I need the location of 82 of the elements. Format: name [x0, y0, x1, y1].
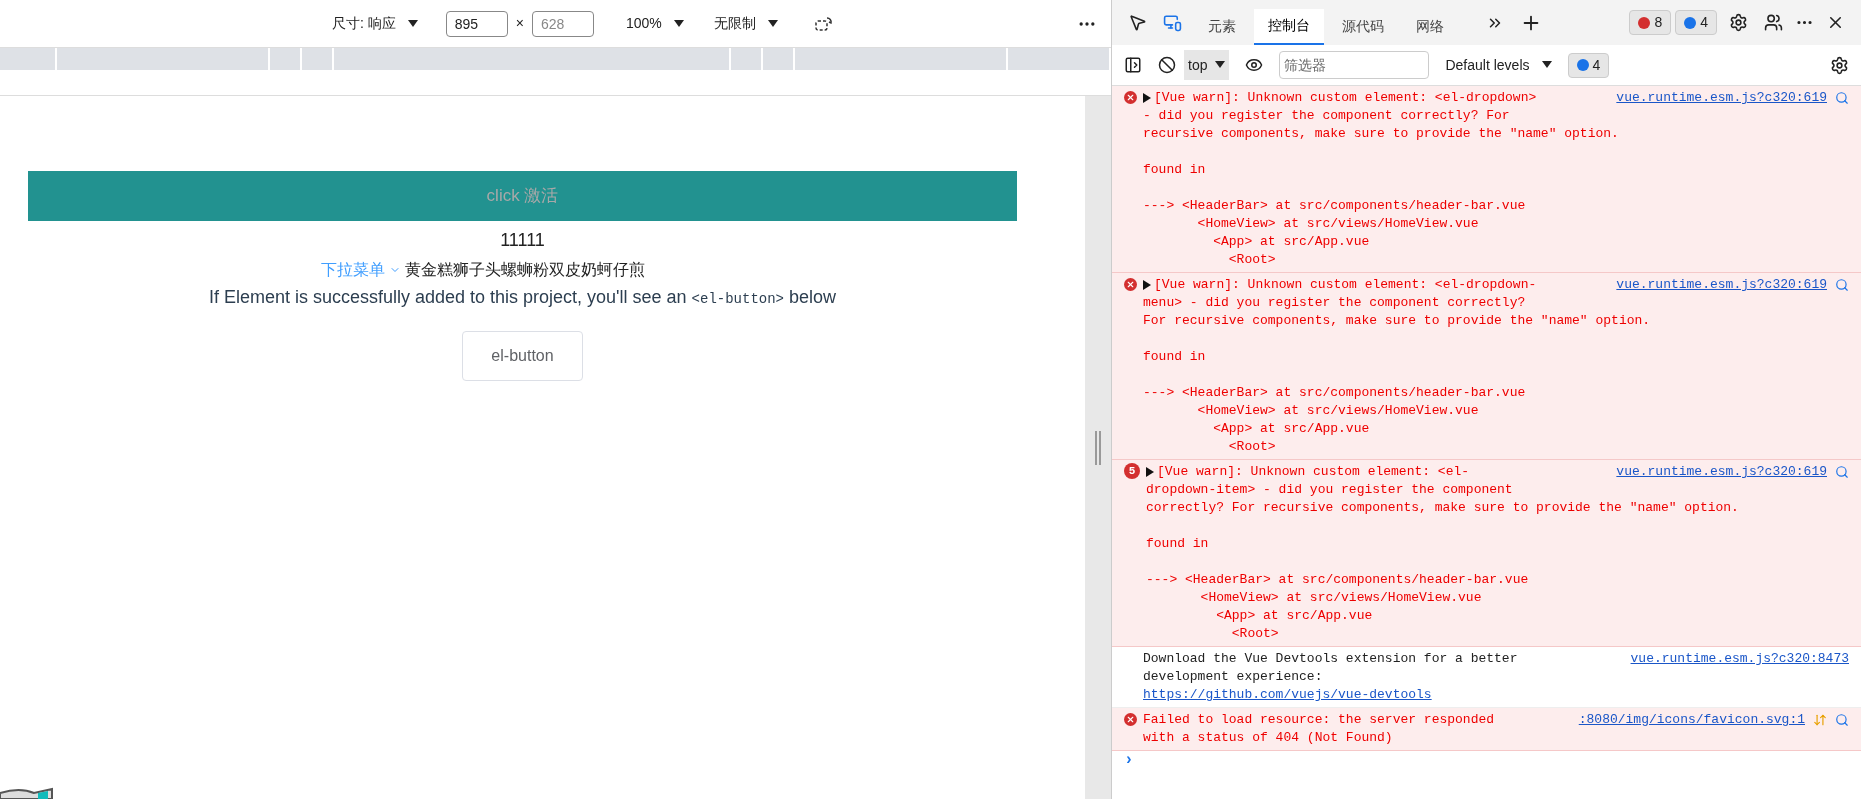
devtools-tab[interactable]: 网络: [1402, 8, 1458, 45]
resize-handle[interactable]: [1095, 430, 1101, 465]
error-icon: [1124, 91, 1137, 104]
el-button[interactable]: el-button: [462, 331, 583, 381]
dropdown-triangle-icon: [1541, 61, 1552, 69]
sidebar-toggle-icon[interactable]: [1124, 56, 1142, 74]
zoom-dropdown[interactable]: 100%: [625, 13, 684, 34]
console-message-text: <HomeView> at src/views/HomeView.vue: [1196, 215, 1480, 233]
filter-input[interactable]: 筛选器: [1279, 51, 1430, 79]
console-message-text: For recursive components, make sure to provide the "name" option.: [1143, 312, 1651, 330]
console-message-text: development experience:: [1143, 668, 1323, 686]
info-counter[interactable]: 4: [1675, 10, 1717, 35]
devtools-link[interactable]: https://github.com/vuejs/vue-devtools: [1143, 686, 1432, 704]
console-message-text: [Vue warn]: Unknown custom element: <el-: [1157, 463, 1470, 481]
message-counter[interactable]: 4: [1567, 52, 1610, 78]
console-prompt[interactable]: ›: [1112, 751, 1861, 769]
console-settings-icon[interactable]: [1830, 55, 1849, 75]
expand-triangle-icon[interactable]: [1146, 467, 1154, 477]
error-count-badge: 5: [1124, 463, 1140, 479]
width-input[interactable]: 895: [445, 10, 508, 37]
console-message-text: found in: [1146, 535, 1210, 553]
counter-text: 11111: [500, 229, 545, 252]
dropdown-triangle-icon: [673, 19, 684, 28]
search-icon[interactable]: [1835, 91, 1849, 105]
dropdown-triangle-icon: [407, 19, 418, 28]
console-message-text: ---> <HeaderBar> at src/components/header-bar.vue: [1143, 384, 1527, 402]
console-message-text: <HomeView> at src/views/HomeView.vue: [1196, 402, 1480, 420]
source-link[interactable]: vue.runtime.esm.js?c320:619: [1616, 276, 1827, 294]
expand-triangle-icon[interactable]: [1143, 280, 1151, 290]
live-expression-icon[interactable]: [1245, 56, 1264, 74]
expand-triangle-icon[interactable]: [1143, 93, 1151, 103]
console-message-text: recursive components, make sure to provide the "name" option.: [1143, 125, 1619, 143]
source-link[interactable]: :8080/img/icons/favicon.svg:1: [1578, 711, 1805, 729]
console-message-text: [Vue warn]: Unknown custom element: <el-dropdown-: [1154, 276, 1537, 294]
intro-paragraph: If Element is successfully added to this project, you'll see an <el-button> below: [208, 286, 837, 309]
error-icon: [1124, 278, 1137, 291]
source-link[interactable]: vue.runtime.esm.js?c320:8473: [1630, 650, 1849, 668]
context-dropdown[interactable]: top: [1184, 50, 1230, 80]
console-message-text: Download the Vue Devtools extension for a better: [1143, 650, 1518, 668]
console-message-text: <HomeView> at src/views/HomeView.vue: [1199, 589, 1483, 607]
console-message-text: - did you register the component correctly? For: [1143, 107, 1510, 125]
dimensions-dropdown[interactable]: 尺寸: 响应: [332, 13, 418, 34]
search-icon[interactable]: [1835, 278, 1849, 292]
console-message-text: ---> <HeaderBar> at src/components/header-bar.vue: [1146, 571, 1530, 589]
people-icon[interactable]: [1764, 13, 1783, 32]
height-input[interactable]: 628: [531, 10, 594, 37]
search-icon[interactable]: [1835, 713, 1849, 727]
console-message-text: <Root>: [1227, 251, 1277, 269]
source-link[interactable]: vue.runtime.esm.js?c320:619: [1616, 89, 1827, 107]
console-message-text: dropdown-item> - did you register the component: [1146, 481, 1513, 499]
console-message-text: ---> <HeaderBar> at src/components/header-bar.vue: [1143, 197, 1527, 215]
throttle-dropdown[interactable]: 无限制: [713, 13, 778, 34]
console-message-text: correctly? For recursive components, make sure to provide the "name" option.: [1146, 499, 1739, 517]
error-icon: [1124, 713, 1137, 726]
console-message-text: <App> at src/App.vue: [1215, 607, 1374, 625]
dropdown-triangle-icon: [1215, 61, 1226, 69]
clear-console-icon[interactable]: [1158, 56, 1176, 74]
dropdown-items-text: 黄金糕狮子头螺蛳粉双皮奶蚵仔煎: [404, 260, 645, 280]
devtools-tab[interactable]: 源代码: [1328, 8, 1398, 45]
console-message-text: [Vue warn]: Unknown custom element: <el-dropdown>: [1154, 89, 1537, 107]
search-icon[interactable]: [1835, 465, 1849, 479]
console-message-text: <App> at src/App.vue: [1212, 233, 1371, 251]
error-counter[interactable]: 8: [1629, 10, 1672, 35]
inspect-icon[interactable]: [1128, 13, 1147, 32]
dropdown-triangle-icon: [767, 19, 778, 28]
devtools-tab[interactable]: 元素: [1194, 8, 1250, 45]
console-message-text: menu> - did you register the component correctly?: [1143, 294, 1526, 312]
levels-dropdown[interactable]: Default levels: [1445, 54, 1552, 76]
console-message-text: found in: [1143, 161, 1207, 179]
source-link[interactable]: vue.runtime.esm.js?c320:619: [1616, 463, 1827, 481]
devtools-tab[interactable]: 控制台: [1254, 8, 1324, 45]
mascot-graphic: [0, 787, 54, 799]
console-message-text: found in: [1143, 348, 1207, 366]
settings-icon[interactable]: [1729, 13, 1748, 32]
rotate-icon[interactable]: [813, 14, 834, 33]
console-message-text: with a status of 404 (Not Found): [1143, 729, 1393, 747]
console-message-text: <Root>: [1227, 438, 1277, 456]
console-message-text: <Root>: [1230, 625, 1280, 643]
times-sign: ×: [515, 14, 524, 33]
console-message-text: Failed to load resource: the server responded: [1143, 711, 1495, 729]
console-message-text: <App> at src/App.vue: [1212, 420, 1371, 438]
device-toggle-icon[interactable]: [1163, 13, 1182, 32]
